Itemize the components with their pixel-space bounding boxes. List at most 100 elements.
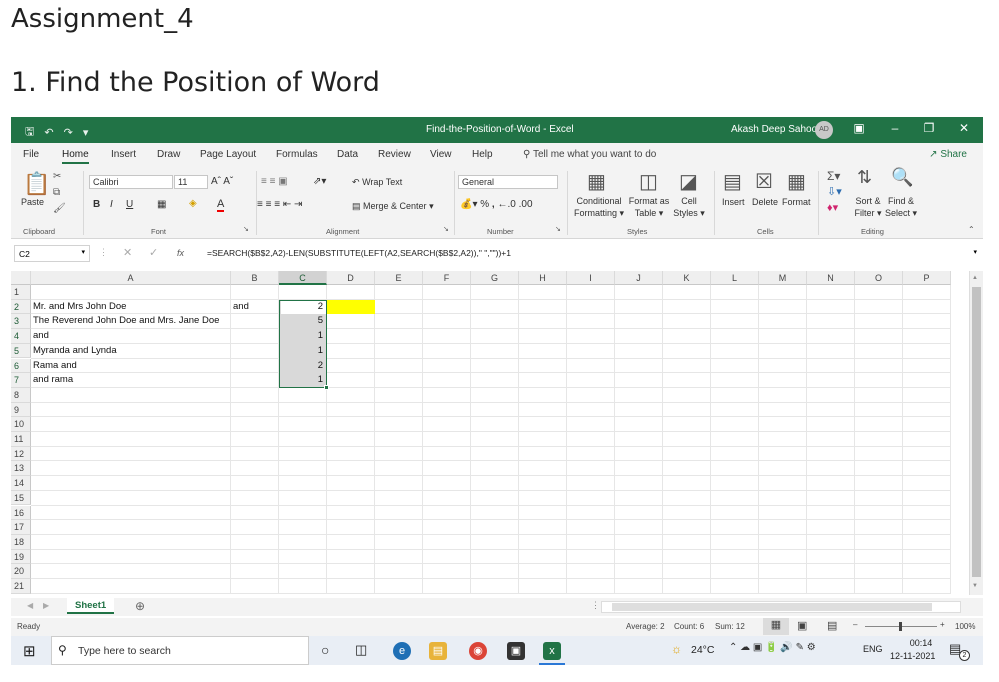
format-as-table-button[interactable]: Format as Table ▾: [627, 195, 671, 219]
page-layout-view-icon[interactable]: ▣: [797, 619, 807, 632]
column-header-m[interactable]: M: [759, 271, 807, 285]
tab-file[interactable]: File: [23, 149, 39, 160]
avatar[interactable]: AD: [815, 121, 833, 139]
row-header-14[interactable]: 14: [11, 476, 31, 491]
restore-icon[interactable]: ❐: [919, 121, 939, 135]
clock-date[interactable]: 12-11-2021: [890, 651, 935, 661]
worksheet-grid[interactable]: A B C D E F G H I J K L M N O P 1 2 3 4 5 6 7 8 9 10 11 12 13 14 15 16 1…: [11, 271, 969, 595]
conditional-formatting-button[interactable]: Conditional Formatting ▾: [574, 195, 624, 219]
column-header-d[interactable]: D: [327, 271, 375, 285]
dialog-launcher-icon[interactable]: ↘: [243, 225, 249, 233]
cell-d2-highlight[interactable]: [327, 299, 375, 315]
terminal-icon[interactable]: ▣: [507, 642, 525, 660]
zoom-in-icon[interactable]: +: [940, 620, 945, 629]
excel-taskbar-icon[interactable]: x: [543, 642, 561, 660]
format-as-table-icon[interactable]: ◫: [639, 169, 658, 194]
tab-data[interactable]: Data: [337, 149, 358, 160]
paste-label[interactable]: Paste: [21, 197, 44, 207]
prev-sheet-icon[interactable]: ◀: [27, 601, 33, 610]
taskbar-search-box[interactable]: ⚲ Type here to search: [51, 636, 309, 665]
cell-styles-button[interactable]: Cell Styles ▾: [671, 195, 707, 219]
column-header-b[interactable]: B: [231, 271, 279, 285]
font-name-select[interactable]: Calibri: [89, 175, 173, 189]
column-header-j[interactable]: J: [615, 271, 663, 285]
copy-icon[interactable]: ⧉: [53, 187, 60, 198]
italic-icon[interactable]: I: [110, 199, 113, 210]
page-break-view-icon[interactable]: ▤: [827, 619, 837, 632]
font-color-icon[interactable]: A: [217, 198, 225, 212]
underline-icon[interactable]: U: [126, 199, 133, 210]
save-icon[interactable]: 🖫: [25, 123, 34, 142]
column-header-g[interactable]: G: [471, 271, 519, 285]
zoom-level[interactable]: 100%: [955, 622, 975, 631]
formula-input[interactable]: =SEARCH($B$2,A2)-LEN(SUBSTITUTE(LEFT(A2,…: [207, 248, 511, 258]
row-header-16[interactable]: 16: [11, 505, 31, 521]
row-header-13[interactable]: 13: [11, 461, 31, 477]
row-header-6[interactable]: 6: [11, 358, 31, 374]
fill-color-icon[interactable]: ◈: [189, 198, 197, 209]
clock-time[interactable]: 00:14: [899, 638, 943, 648]
row-header-11[interactable]: 11: [11, 432, 31, 447]
enter-icon[interactable]: ✓: [149, 246, 158, 259]
chrome-icon[interactable]: ◉: [469, 642, 487, 660]
column-header-i[interactable]: I: [567, 271, 615, 285]
cell-b2[interactable]: and: [233, 300, 278, 314]
scrollbar-thumb[interactable]: [972, 287, 981, 577]
ribbon-display-icon[interactable]: ▣: [849, 121, 869, 135]
close-icon[interactable]: ✕: [954, 121, 974, 135]
orientation-icon[interactable]: ⇗▾: [313, 176, 326, 187]
column-header-e[interactable]: E: [375, 271, 423, 285]
row-header-21[interactable]: 21: [11, 579, 31, 594]
number-format-select[interactable]: General: [458, 175, 558, 189]
cortana-icon[interactable]: ○: [321, 642, 329, 658]
cell-a2[interactable]: Mr. and Mrs John Doe: [33, 300, 230, 314]
row-header-3[interactable]: 3: [11, 314, 31, 330]
cell-c6[interactable]: 2: [281, 359, 326, 373]
expand-formula-icon[interactable]: ▾: [973, 248, 977, 256]
sort-filter-button[interactable]: Sort & Filter ▾: [853, 195, 883, 219]
cell-styles-icon[interactable]: ◪: [679, 169, 698, 194]
file-explorer-icon[interactable]: ▤: [429, 642, 447, 660]
merge-center-button[interactable]: ▤ Merge & Center ▾: [352, 201, 434, 212]
row-header-2[interactable]: 2: [11, 299, 31, 315]
sheet-tab-sheet1[interactable]: Sheet1: [67, 598, 115, 614]
accounting-format-icon[interactable]: 💰▾ % , ←.0 .00: [460, 199, 533, 210]
align-top-icon[interactable]: ≡ ≡ ▣: [261, 176, 288, 187]
find-select-button[interactable]: Find & Select ▾: [883, 195, 919, 219]
fill-icon[interactable]: ⇩▾: [827, 185, 842, 198]
borders-icon[interactable]: ▦: [157, 199, 166, 210]
format-painter-icon[interactable]: 🖌: [53, 203, 66, 214]
weather-icon[interactable]: ☼: [671, 642, 682, 656]
column-header-l[interactable]: L: [711, 271, 759, 285]
insert-cells-button[interactable]: Insert: [722, 197, 745, 207]
bold-icon[interactable]: B: [93, 199, 100, 210]
autosum-icon[interactable]: Σ▾: [827, 169, 840, 183]
windows-start-icon[interactable]: ⊞: [23, 642, 36, 660]
system-tray-icons[interactable]: ⌃ ☁ ▣ 🔋 🔊 ✎ ⚙: [729, 642, 816, 653]
scrollbar-thumb[interactable]: [612, 603, 932, 611]
select-all-corner[interactable]: [11, 271, 31, 285]
weather-temp[interactable]: 24°C: [691, 644, 714, 656]
cancel-icon[interactable]: ✕: [123, 246, 132, 259]
conditional-formatting-icon[interactable]: ▦: [587, 169, 606, 194]
insert-function-icon[interactable]: fx: [177, 248, 184, 258]
cell-a4[interactable]: and: [33, 329, 230, 343]
undo-icon[interactable]: ↶: [44, 126, 53, 139]
row-header-17[interactable]: 17: [11, 520, 31, 535]
zoom-slider-thumb[interactable]: [899, 622, 902, 631]
row-header-4[interactable]: 4: [11, 329, 31, 344]
cell-a6[interactable]: Rama and: [33, 359, 230, 373]
find-select-icon[interactable]: 🔍: [891, 167, 913, 188]
cell-a3[interactable]: The Reverend John Doe and Mrs. Jane Doe: [33, 314, 230, 328]
cell-c3[interactable]: 5: [281, 314, 326, 328]
normal-view-icon[interactable]: ▦: [763, 618, 789, 635]
wrap-text-button[interactable]: ↶ Wrap Text: [352, 177, 402, 188]
delete-cells-button[interactable]: Delete: [752, 197, 778, 207]
dialog-launcher-icon[interactable]: ↘: [555, 225, 561, 233]
column-header-f[interactable]: F: [423, 271, 471, 285]
row-header-8[interactable]: 8: [11, 387, 31, 403]
tab-help[interactable]: Help: [472, 149, 493, 160]
column-header-a[interactable]: A: [31, 271, 231, 285]
row-header-15[interactable]: 15: [11, 490, 31, 506]
column-header-k[interactable]: K: [663, 271, 711, 285]
